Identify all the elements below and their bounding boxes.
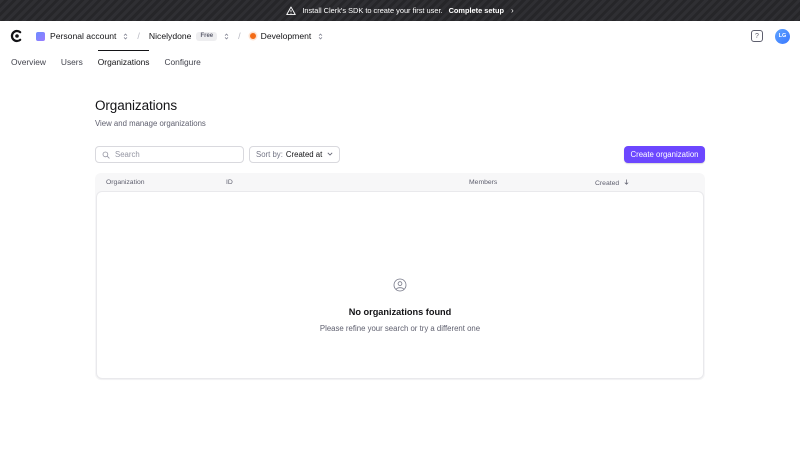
nav-tabs: Overview Users Organizations Configure: [0, 50, 800, 73]
create-organization-button[interactable]: Create organization: [624, 146, 705, 163]
search-input[interactable]: [115, 150, 235, 159]
updown-chevron-icon: [318, 32, 323, 40]
header-actions: ? LG: [751, 28, 790, 44]
updown-chevron-icon: [224, 32, 229, 40]
tab-users[interactable]: Users: [61, 51, 83, 73]
chevron-down-icon: [327, 151, 333, 158]
warning-icon: [286, 6, 297, 16]
user-avatar[interactable]: LG: [775, 28, 790, 44]
application-name: Nicelydone: [148, 31, 192, 41]
page-title: Organizations: [95, 98, 177, 113]
page-subtitle: View and manage organizations: [95, 119, 206, 128]
user-circle-icon: [393, 278, 407, 292]
search-icon: [102, 146, 110, 164]
search-box[interactable]: [95, 146, 244, 163]
banner-text: Install Clerk's SDK to create your first…: [302, 6, 443, 15]
account-avatar: [36, 31, 45, 41]
tab-overview[interactable]: Overview: [11, 51, 46, 73]
tab-organizations[interactable]: Organizations: [97, 50, 149, 73]
tab-configure[interactable]: Configure: [164, 51, 200, 73]
table-body: No organizations found Please refine you…: [97, 192, 703, 378]
sort-label: Sort by:: [256, 150, 283, 159]
breadcrumb-separator: /: [238, 31, 241, 41]
help-icon[interactable]: ?: [751, 30, 763, 42]
environment-dot: [249, 33, 256, 39]
empty-state-title: No organizations found: [348, 307, 452, 317]
account-switcher[interactable]: Personal account: [36, 31, 128, 41]
chevron-right-icon: ›: [511, 6, 514, 15]
top-header: Personal account / Nicelydone Free / Dev…: [0, 21, 800, 51]
column-created-label: Created: [595, 179, 620, 187]
sort-value: Created at: [285, 150, 323, 159]
empty-state-subtitle: Please refine your search or try a diffe…: [319, 324, 481, 333]
sort-dropdown[interactable]: Sort by: Created at: [249, 146, 340, 163]
complete-setup-link[interactable]: Complete setup: [449, 6, 504, 15]
clerk-logo-icon[interactable]: [10, 29, 24, 43]
arrow-down-icon: [624, 179, 629, 187]
plan-badge: Free: [196, 31, 218, 41]
updown-chevron-icon: [123, 32, 128, 40]
organizations-table: Organization ID Members Created No organ…: [95, 173, 705, 380]
table-header: Organization ID Members Created: [95, 173, 705, 192]
column-created[interactable]: Created: [595, 179, 629, 187]
environment-name: Development: [260, 31, 312, 41]
account-name: Personal account: [50, 31, 117, 41]
breadcrumb-separator: /: [137, 31, 140, 41]
environment-switcher[interactable]: Development: [249, 31, 324, 41]
application-switcher[interactable]: Nicelydone Free: [149, 31, 229, 41]
column-organization[interactable]: Organization: [106, 179, 145, 186]
column-members[interactable]: Members: [469, 179, 497, 186]
column-id[interactable]: ID: [226, 179, 233, 186]
setup-banner[interactable]: Install Clerk's SDK to create your first…: [0, 0, 800, 21]
